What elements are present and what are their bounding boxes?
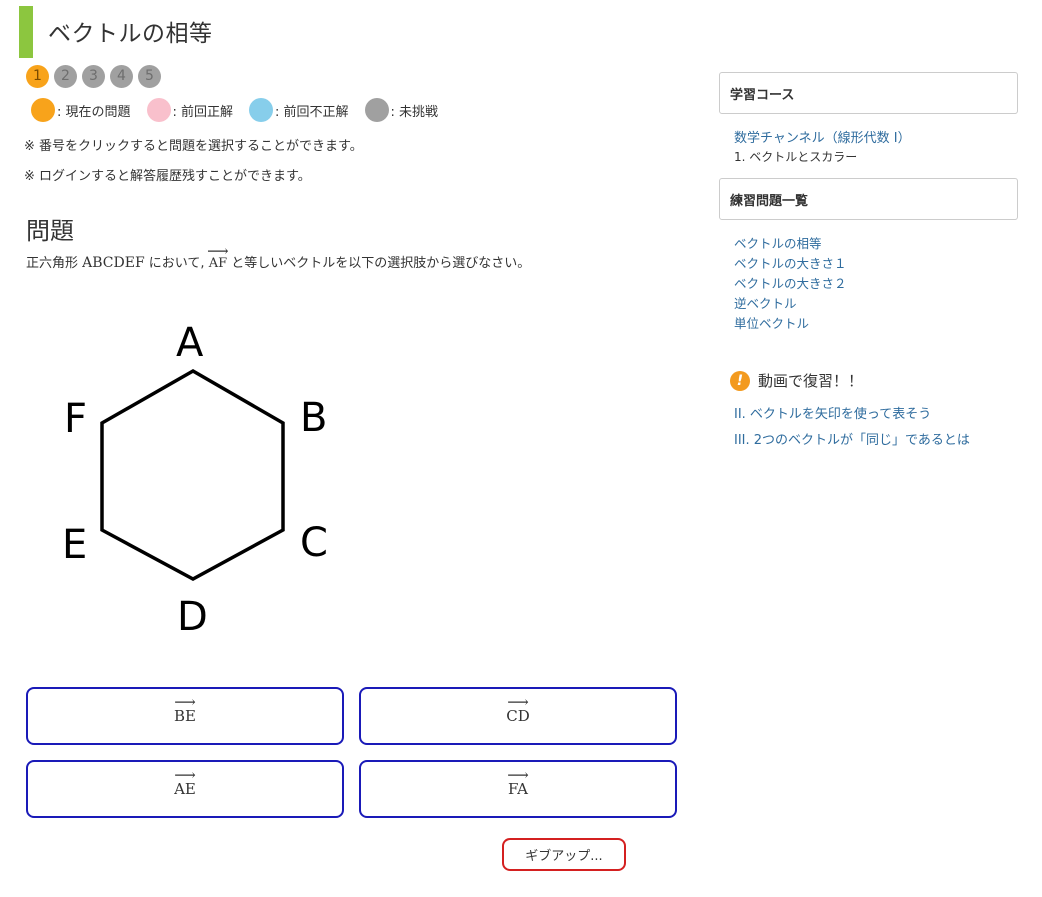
page-title: ベクトルの相等: [48, 21, 213, 47]
vector-arrow: ⟶: [174, 693, 196, 711]
legend-correct: : 前回正解: [146, 98, 234, 122]
problem-text-prefix: 正六角形: [26, 256, 83, 271]
vector-arrow: ⟶: [174, 766, 196, 784]
problem-number-5[interactable]: 5: [138, 65, 161, 88]
exercise-link-2[interactable]: ベクトルの大きさ１: [734, 253, 847, 272]
review-link-1[interactable]: II. ベクトルを矢印を使って表そう: [734, 403, 931, 422]
legend-incorrect-dot: [249, 98, 274, 122]
problem-number-1[interactable]: 1: [26, 65, 49, 88]
vertex-label-a: A: [176, 320, 204, 366]
legend-incorrect: : 前回不正解: [249, 98, 349, 122]
exercise-heading: 練習問題一覧: [730, 193, 809, 209]
problem-statement: 正六角形 ABCDEF において, ⟶ AF と等しいベクトルを以下の選択肢から選…: [26, 244, 531, 272]
exercise-link-1[interactable]: ベクトルの相等: [734, 233, 822, 252]
course-link[interactable]: 数学チャンネル（線形代数 I）: [734, 127, 911, 146]
problem-vector: ⟶ AF: [207, 244, 229, 272]
problem-text-mid: において,: [144, 256, 209, 271]
hexagon-shape: [100, 368, 285, 581]
exercise-link-5[interactable]: 単位ベクトル: [734, 313, 809, 332]
choice-be-button[interactable]: ⟶ BE: [26, 687, 344, 745]
legend-correct-dot: [146, 98, 171, 122]
problem-number-4[interactable]: 4: [110, 65, 133, 88]
note-login-history: ※ ログインすると解答履歴残すことができます。: [24, 169, 311, 184]
problem-number-3[interactable]: 3: [82, 65, 105, 88]
legend-current: : 現在の問題: [31, 98, 131, 122]
title-accent-bar: [19, 6, 33, 58]
vertex-label-d: D: [177, 594, 208, 640]
legend-current-label: : 現在の問題: [57, 104, 131, 120]
legend-current-dot: [31, 98, 55, 122]
choice-be-vector: ⟶ BE: [174, 695, 196, 726]
exercise-heading-box: 練習問題一覧: [719, 178, 1018, 220]
exercise-link-4[interactable]: 逆ベクトル: [734, 293, 797, 312]
legend-untried: : 未挑戦: [364, 98, 439, 122]
problem-number-2[interactable]: 2: [54, 65, 77, 88]
legend-incorrect-label: : 前回不正解: [275, 104, 349, 120]
choice-cd-vector: ⟶ CD: [506, 695, 530, 726]
problem-heading: 問題: [26, 217, 74, 245]
review-title-text: 動画で復習！！: [758, 372, 864, 390]
course-chapter: 1. ベクトルとスカラー: [734, 150, 858, 164]
vector-arrow: ⟶: [507, 766, 529, 784]
choice-fa-vector: ⟶ FA: [507, 768, 529, 799]
vector-arrow: ⟶: [507, 693, 529, 711]
status-legend: : 現在の問題 : 前回正解 : 前回不正解 : 未挑戦: [31, 98, 454, 122]
legend-untried-label: : 未挑戦: [390, 104, 439, 120]
vertex-label-f: F: [64, 396, 87, 442]
choice-ae-button[interactable]: ⟶ AE: [26, 760, 344, 818]
problem-shape-name: ABCDEF: [82, 255, 145, 271]
choice-fa-button[interactable]: ⟶ FA: [359, 760, 677, 818]
problem-number-selector: 1 2 3 4 5: [26, 65, 161, 88]
vertex-label-e: E: [62, 522, 87, 568]
choice-ae-vector: ⟶ AE: [174, 768, 196, 799]
note-select-number: ※ 番号をクリックすると問題を選択することができます。: [24, 139, 363, 154]
hexagon-figure: A B C D E F: [62, 320, 328, 640]
problem-text-suffix: と等しいベクトルを以下の選択肢から選びなさい。: [227, 256, 531, 271]
exercise-link-3[interactable]: ベクトルの大きさ２: [734, 273, 847, 292]
review-link-2[interactable]: III. 2つのベクトルが「同じ」であるとは: [734, 429, 970, 448]
course-heading-box: 学習コース: [719, 72, 1018, 114]
vertex-label-b: B: [300, 395, 327, 441]
legend-correct-label: : 前回正解: [172, 104, 234, 120]
vector-arrow: ⟶: [207, 242, 229, 260]
exclamation-icon: !: [730, 370, 750, 391]
giveup-button[interactable]: ギブアップ...: [502, 838, 626, 871]
vertex-label-c: C: [300, 520, 328, 566]
legend-untried-dot: [364, 98, 389, 122]
choice-cd-button[interactable]: ⟶ CD: [359, 687, 677, 745]
course-heading: 学習コース: [730, 87, 795, 103]
review-section-title: ! 動画で復習！！: [730, 370, 863, 391]
